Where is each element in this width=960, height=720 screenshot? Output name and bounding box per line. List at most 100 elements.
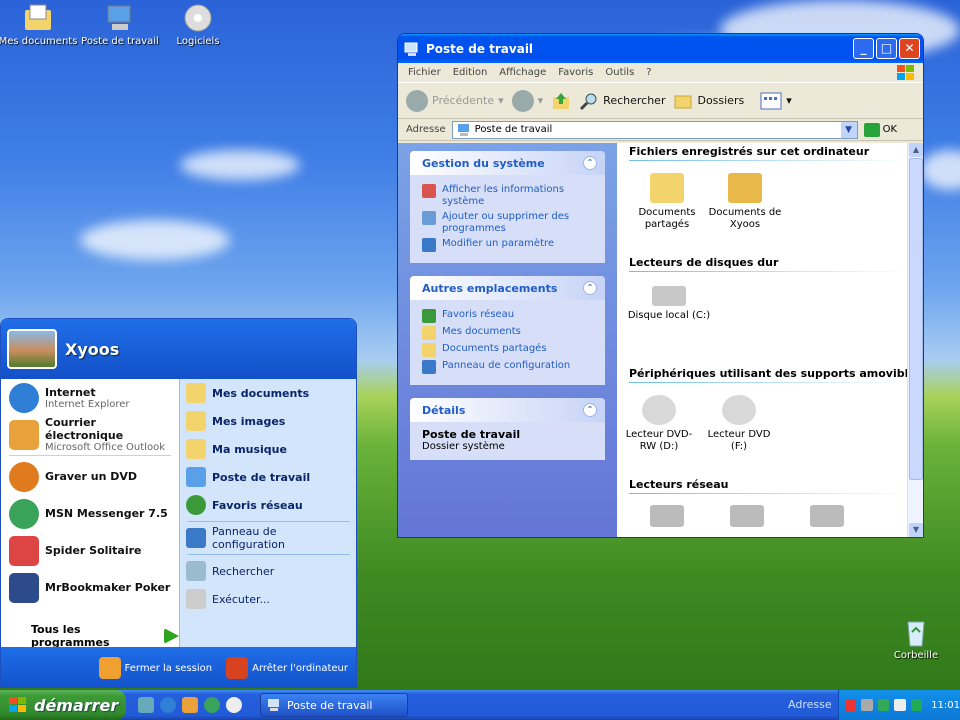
program-title: Courrier électronique [45, 416, 124, 442]
folder-icon [422, 326, 436, 340]
program-mrbookmaker[interactable]: MrBookmaker Poker [1, 569, 179, 606]
desktop-icon-corbeille[interactable]: Corbeille [876, 616, 956, 661]
scroll-up-button[interactable]: ▲ [909, 143, 923, 157]
menu-affichage[interactable]: Affichage [499, 67, 546, 78]
folder-documents-icon [186, 383, 206, 403]
msn-tray-icon[interactable] [877, 699, 890, 711]
item-dvd-rw-d[interactable]: Lecteur DVD-RW (D:) [619, 395, 699, 453]
task-link-change-setting[interactable]: Modifier un paramètre [422, 238, 595, 252]
system-search[interactable]: Rechercher [180, 557, 356, 585]
task-link-label: Ajouter ou supprimer des programmes [442, 211, 570, 234]
collapse-chevron-icon[interactable]: ⌃ [583, 156, 597, 170]
dvd-burn-icon [9, 461, 39, 492]
program-internet[interactable]: Internet Internet Explorer [1, 379, 179, 416]
system-run[interactable]: Exécuter... [180, 585, 356, 613]
panel-header[interactable]: Autres emplacements ⌃ [410, 276, 605, 300]
menu-fichier[interactable]: Fichier [408, 67, 441, 78]
desktop-icon-logiciels[interactable]: Logiciels [158, 2, 238, 47]
network-icon[interactable] [861, 699, 873, 711]
panel-header[interactable]: Détails ⌃ [410, 398, 605, 422]
item-network-drive[interactable] [787, 505, 867, 531]
item-shared-documents[interactable]: Documents partagés [627, 173, 707, 231]
all-programs-label: Tous les programmes [31, 623, 110, 649]
program-subtitle: Microsoft Office Outlook [45, 442, 165, 453]
explorer-window[interactable]: Poste de travail _ □ ✕ Fichier Edition A… [397, 33, 924, 538]
place-link-network[interactable]: Favoris réseau [422, 309, 595, 323]
go-button[interactable]: OK [863, 122, 897, 137]
forward-button[interactable]: ▾ [511, 89, 543, 112]
dvd-rw-drive-icon [642, 395, 676, 425]
system-control-panel[interactable]: Panneau de configuration [180, 524, 356, 552]
maximize-button[interactable]: □ [876, 38, 897, 59]
scroll-down-button[interactable]: ▼ [909, 523, 923, 537]
place-network[interactable]: Favoris réseau [180, 491, 356, 519]
place-link-control-panel[interactable]: Panneau de configuration [422, 360, 595, 374]
place-my-documents[interactable]: Mes documents [180, 379, 356, 407]
logoff-button[interactable]: Fermer la session [98, 657, 212, 679]
place-my-computer[interactable]: Poste de travail [180, 463, 356, 491]
minimize-button[interactable]: _ [853, 38, 874, 59]
desktop-icon-mes-documents[interactable]: Mes documents [0, 2, 78, 47]
panel-header[interactable]: Gestion du système ⌃ [410, 151, 605, 175]
place-my-music[interactable]: Ma musique [180, 435, 356, 463]
arrow-right-icon [163, 628, 179, 644]
start-label: démarrer [34, 695, 119, 715]
address-input[interactable]: Poste de travail ▼ [451, 120, 858, 139]
place-link-shared-documents[interactable]: Documents partagés [422, 343, 595, 357]
item-documents-xyoos[interactable]: Documents de Xyoos [705, 173, 785, 231]
program-msn[interactable]: MSN Messenger 7.5 [1, 495, 179, 532]
item-network-drive[interactable] [627, 505, 707, 531]
all-programs-button[interactable]: Tous les programmes [31, 623, 179, 649]
window-titlebar[interactable]: Poste de travail _ □ ✕ [398, 34, 923, 63]
start-button[interactable]: démarrer [0, 690, 126, 720]
item-dvd-f[interactable]: Lecteur DVD (F:) [699, 395, 779, 453]
place-label: Favoris réseau [212, 498, 303, 512]
media-player-icon[interactable] [226, 697, 242, 713]
desktop-icon-poste-de-travail[interactable]: Poste de travail [80, 2, 160, 47]
network-drive-icon [730, 505, 764, 527]
menu-help[interactable]: ? [646, 67, 651, 78]
program-burn-dvd[interactable]: Graver un DVD [1, 458, 179, 495]
folder-documents-icon [25, 4, 51, 30]
menu-outils[interactable]: Outils [605, 67, 634, 78]
collapse-chevron-icon[interactable]: ⌃ [583, 281, 597, 295]
view-button[interactable]: ▾ [760, 92, 792, 110]
outlook-icon[interactable] [182, 697, 198, 713]
shutdown-button[interactable]: Arrêter l'ordinateur [226, 657, 348, 679]
taskbar-address-label[interactable]: Adresse [788, 698, 832, 711]
collapse-chevron-icon[interactable]: ⌃ [583, 403, 597, 417]
scroll-thumb[interactable] [909, 158, 923, 480]
program-spider-solitaire[interactable]: Spider Solitaire [1, 532, 179, 569]
search-button[interactable]: Rechercher [579, 91, 665, 111]
address-dropdown-button[interactable]: ▼ [840, 121, 857, 138]
show-desktop-icon[interactable] [138, 697, 154, 713]
folders-button[interactable]: Dossiers [673, 91, 744, 111]
vertical-scrollbar[interactable]: ▲ ▼ [907, 143, 923, 537]
menu-edition[interactable]: Edition [453, 67, 488, 78]
item-network-drive[interactable] [707, 505, 787, 531]
program-email[interactable]: Courrier électronique Microsoft Office Ou… [1, 416, 179, 453]
msn-messenger-icon[interactable] [204, 697, 220, 713]
desktop-icon-label: Logiciels [176, 36, 220, 47]
start-menu-programs: Internet Internet Explorer Courrier élect… [1, 379, 179, 649]
task-link-system-info[interactable]: Afficher les informations système [422, 184, 595, 208]
control-panel-icon [422, 238, 436, 252]
computer-icon [268, 699, 279, 711]
task-link-label: Afficher les informations système [442, 184, 565, 207]
item-local-disk-c[interactable]: Disque local (C:) [619, 286, 719, 322]
program-title: MSN Messenger 7.5 [45, 507, 168, 520]
internet-explorer-icon[interactable] [160, 697, 176, 713]
security-alert-icon[interactable] [845, 699, 857, 711]
antivirus-icon[interactable] [910, 699, 923, 711]
place-link-my-documents[interactable]: Mes documents [422, 326, 595, 340]
up-folder-button[interactable] [551, 91, 571, 111]
window-content: Gestion du système ⌃ Afficher les informa… [398, 143, 923, 537]
taskbar-task-poste-de-travail[interactable]: Poste de travail [260, 693, 408, 717]
close-button[interactable]: ✕ [899, 38, 920, 59]
panel-details: Détails ⌃ Poste de travail Dossier systèm… [410, 398, 605, 460]
back-button[interactable]: Précédente ▾ [406, 89, 504, 112]
place-my-pictures[interactable]: Mes images [180, 407, 356, 435]
volume-icon[interactable] [894, 699, 906, 711]
menu-favoris[interactable]: Favoris [558, 67, 593, 78]
task-link-add-remove[interactable]: Ajouter ou supprimer des programmes [422, 211, 595, 235]
